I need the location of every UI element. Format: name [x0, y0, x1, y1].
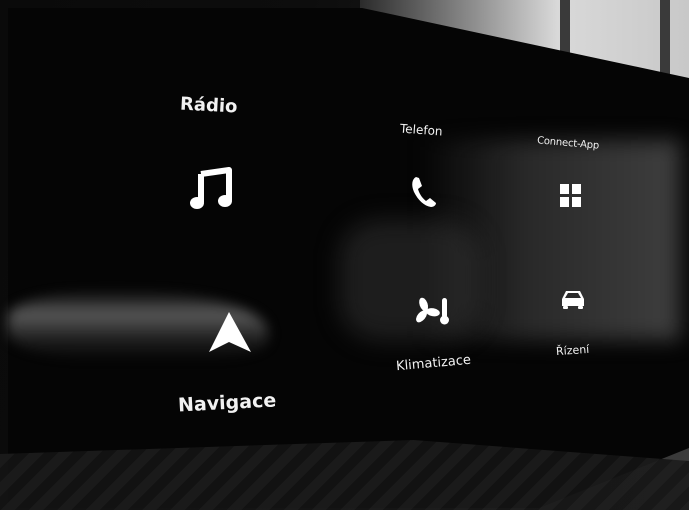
tile-navigace[interactable]: Navigace — [177, 310, 277, 417]
grid-apps-icon — [560, 184, 582, 207]
tile-telefon-label: Telefon — [399, 121, 443, 139]
tile-klimatizace[interactable]: Klimatizace — [395, 296, 472, 374]
tile-rizeni[interactable]: Řízení — [555, 288, 590, 359]
tile-radio[interactable]: Rádio — [179, 93, 238, 212]
fan-thermometer-icon — [415, 297, 449, 325]
tile-rizeni-label: Řízení — [555, 342, 590, 359]
phone-icon — [412, 177, 437, 207]
navigation-arrow-icon — [209, 312, 252, 352]
car-infotainment-photo: Rádio Telefon Connect-App Navigace Klima… — [0, 0, 689, 510]
car-icon — [561, 291, 584, 309]
tile-telefon[interactable]: Telefon — [399, 121, 443, 209]
tile-connect-app[interactable]: Connect-App — [536, 135, 600, 209]
music-note-icon — [189, 167, 232, 209]
tile-radio-label: Rádio — [179, 93, 238, 118]
tile-navigace-label: Navigace — [177, 389, 277, 417]
tile-connect-app-label: Connect-App — [536, 135, 600, 152]
